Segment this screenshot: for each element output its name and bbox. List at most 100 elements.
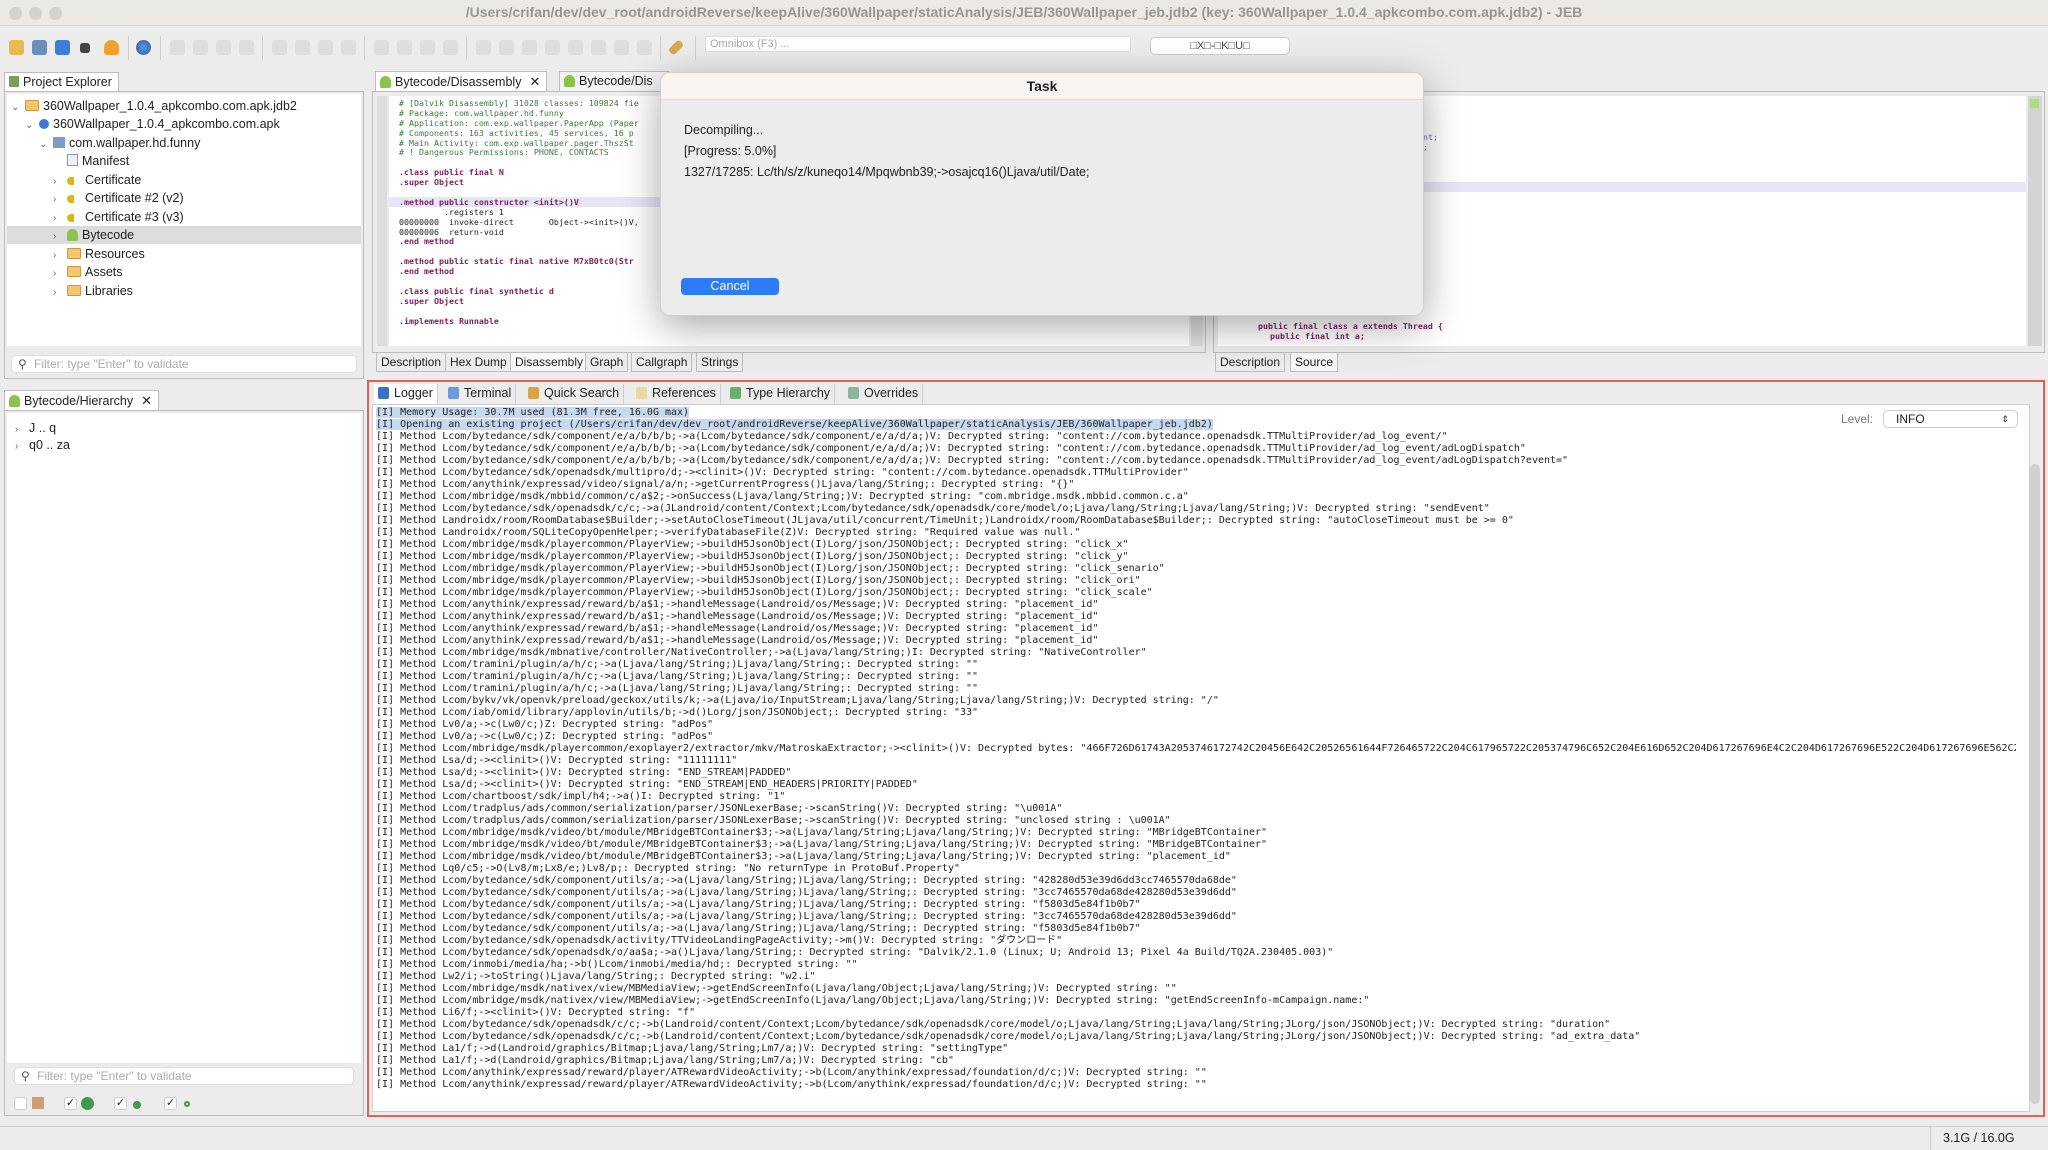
tree-item-assets[interactable]: › Assets — [7, 263, 361, 281]
tree-item-certificate-3[interactable]: › Certificate #3 (v3) — [7, 208, 361, 226]
tree-item-resources[interactable]: › Resources — [7, 245, 361, 263]
tab-callgraph[interactable]: Callgraph — [631, 353, 693, 372]
chevron-right-icon[interactable]: › — [53, 284, 67, 302]
chevron-right-icon[interactable]: › — [53, 191, 67, 209]
tab-source[interactable]: Source — [1290, 353, 1339, 372]
tree-item-certificate[interactable]: › Certificate — [7, 171, 361, 189]
step-over-icon[interactable] — [591, 40, 606, 55]
save-icon[interactable] — [32, 40, 47, 55]
log-line: [I] Method Lcom/tradplus/ads/common/seri… — [376, 815, 2016, 827]
tree-item-apk[interactable]: ⌄ 360Wallpaper_1.0.4_apkcombo.com.apk — [7, 115, 361, 133]
chevron-right-icon[interactable]: › — [15, 438, 29, 456]
terminal-icon[interactable] — [80, 43, 90, 53]
step-into-icon[interactable] — [568, 40, 583, 55]
ruler — [377, 96, 387, 346]
tab-bytecode-disassembly[interactable]: Bytecode/Disassembly ✕ — [375, 71, 548, 91]
hierarchy-item[interactable]: › J .. q — [7, 419, 361, 437]
tab-quick-search[interactable]: Quick Search — [524, 384, 625, 404]
tab-bytecode-disassembly-2[interactable]: Bytecode/Dis — [559, 71, 669, 91]
vertical-scrollbar[interactable] — [2028, 96, 2042, 346]
tab-references[interactable]: References — [632, 384, 721, 404]
cancel-button[interactable]: Cancel — [681, 278, 779, 295]
show-fields-checkbox[interactable]: ✓ — [164, 1097, 177, 1110]
project-filter-input[interactable]: ⚲ Filter: type "Enter" to validate — [11, 355, 357, 373]
toolbar-action-button[interactable]: □X□-□K□U□ — [1150, 37, 1290, 55]
tab-description[interactable]: Description — [376, 353, 447, 372]
open-folder-icon[interactable] — [9, 40, 24, 55]
export-icon[interactable] — [341, 40, 356, 55]
log-text: [I] Method Lcom/mbridge/msdk/nativex/vie… — [376, 995, 1370, 1006]
hierarchy-icon[interactable] — [443, 40, 458, 55]
terminal-icon — [448, 387, 459, 399]
log-line: [I] Method Lcom/bytedance/sdk/component/… — [376, 443, 2016, 455]
tab-label: Bytecode/Hierarchy — [24, 394, 134, 408]
navigate-icon[interactable] — [170, 40, 185, 55]
decompile-icon[interactable] — [397, 40, 412, 55]
tree-item-bytecode[interactable]: › Bytecode — [7, 226, 361, 244]
chevron-right-icon[interactable]: › — [53, 228, 67, 246]
jump-icon[interactable] — [193, 40, 208, 55]
tree-item-package[interactable]: ⌄ com.wallpaper.hd.funny — [7, 134, 361, 152]
omnibox-input[interactable]: Omnibox (F3) ... — [705, 36, 1131, 52]
log-text: [I] Method Lcom/mbridge/msdk/mbbid/commo… — [376, 491, 1189, 502]
run-to-line-icon[interactable] — [637, 40, 652, 55]
pause-icon[interactable] — [522, 40, 537, 55]
tab-project-explorer[interactable]: Project Explorer — [4, 72, 119, 92]
show-classes-checkbox[interactable]: ✓ — [64, 1097, 77, 1110]
tab-overrides[interactable]: Overrides — [844, 384, 924, 404]
show-packages-checkbox[interactable] — [14, 1097, 27, 1110]
log-text: [I] Method Lcom/iab/omid/library/applovi… — [376, 707, 979, 718]
hierarchy-filter-input[interactable]: ⚲ Filter: type "Enter" to validate — [14, 1067, 354, 1085]
hierarchy-item[interactable]: › q0 .. za — [7, 436, 361, 454]
log-text: [I] Method Lcom/bytedance/sdk/openadsdk/… — [376, 935, 1063, 946]
log-line: [I] Method Lcom/mbridge/msdk/playercommo… — [376, 587, 2016, 599]
tree-item-certificate-2[interactable]: › Certificate #2 (v2) — [7, 189, 361, 207]
tree-item-libraries[interactable]: › Libraries — [7, 282, 361, 300]
back-icon[interactable] — [216, 40, 231, 55]
xml-file-icon — [67, 154, 78, 166]
forward-icon[interactable] — [239, 40, 254, 55]
comment-icon[interactable] — [295, 40, 310, 55]
chevron-right-icon[interactable]: › — [53, 265, 67, 283]
debug-icon[interactable] — [476, 40, 491, 55]
tab-description[interactable]: Description — [1215, 353, 1286, 372]
edit-icon[interactable] — [318, 40, 333, 55]
log-text: [I] Memory Usage: 30.7M used (81.3M free… — [376, 407, 690, 418]
tab-logger[interactable]: Logger — [374, 384, 438, 404]
apk-icon — [39, 119, 49, 129]
tab-terminal[interactable]: Terminal — [444, 384, 517, 404]
tab-bytecode-hierarchy[interactable]: Bytecode/Hierarchy ✕ — [4, 390, 159, 410]
close-icon[interactable]: ✕ — [141, 393, 152, 408]
warning-icon[interactable] — [104, 40, 119, 55]
tab-strings[interactable]: Strings — [696, 353, 744, 372]
log-text: [I] Method Lcom/tramini/plugin/a/h/c;->a… — [376, 683, 979, 694]
level-select[interactable]: INFO ⇕ — [1883, 410, 2018, 428]
step-out-icon[interactable] — [614, 40, 629, 55]
chevron-down-icon[interactable]: ⌄ — [25, 117, 39, 135]
code-line: .end method — [399, 266, 454, 277]
class-icon — [81, 1097, 94, 1110]
hierarchy-panel: › J .. q › q0 .. za — [4, 410, 364, 1116]
tree-item-manifest[interactable]: Manifest — [7, 152, 361, 170]
tab-graph[interactable]: Graph — [585, 353, 629, 372]
rename-icon[interactable] — [272, 40, 287, 55]
tab-hex-dump[interactable]: Hex Dump — [445, 353, 512, 372]
logger-scrollbar[interactable] — [2030, 464, 2040, 1104]
close-icon[interactable]: ✕ — [529, 74, 540, 89]
grid-icon[interactable] — [374, 40, 389, 55]
tab-type-hierarchy[interactable]: Type Hierarchy — [726, 384, 836, 404]
globe-icon[interactable] — [136, 40, 151, 55]
logger-output[interactable]: [I] Memory Usage: 30.7M used (81.3M free… — [376, 407, 2016, 1112]
log-line: [I] Method Lcom/mbridge/msdk/playercommo… — [376, 539, 2016, 551]
project-explorer-panel: ⌄ 360Wallpaper_1.0.4_apkcombo.com.apk.jdb… — [4, 91, 364, 379]
tree-icon[interactable] — [420, 40, 435, 55]
tree-item-jdb2[interactable]: ⌄ 360Wallpaper_1.0.4_apkcombo.com.apk.jdb… — [7, 97, 361, 115]
log-line: [I] Method Lcom/bytedance/sdk/component/… — [376, 899, 2016, 911]
run-icon[interactable] — [499, 40, 514, 55]
tab-disassembly[interactable]: Disassembly — [510, 353, 589, 372]
stop-icon[interactable] — [545, 40, 560, 55]
wrench-icon[interactable] — [55, 40, 70, 55]
rocket-icon[interactable] — [667, 39, 685, 56]
show-methods-checkbox[interactable]: ✓ — [114, 1097, 127, 1110]
log-text: [I] Method Lcom/bytedance/sdk/openadsdk/… — [376, 1019, 1611, 1030]
